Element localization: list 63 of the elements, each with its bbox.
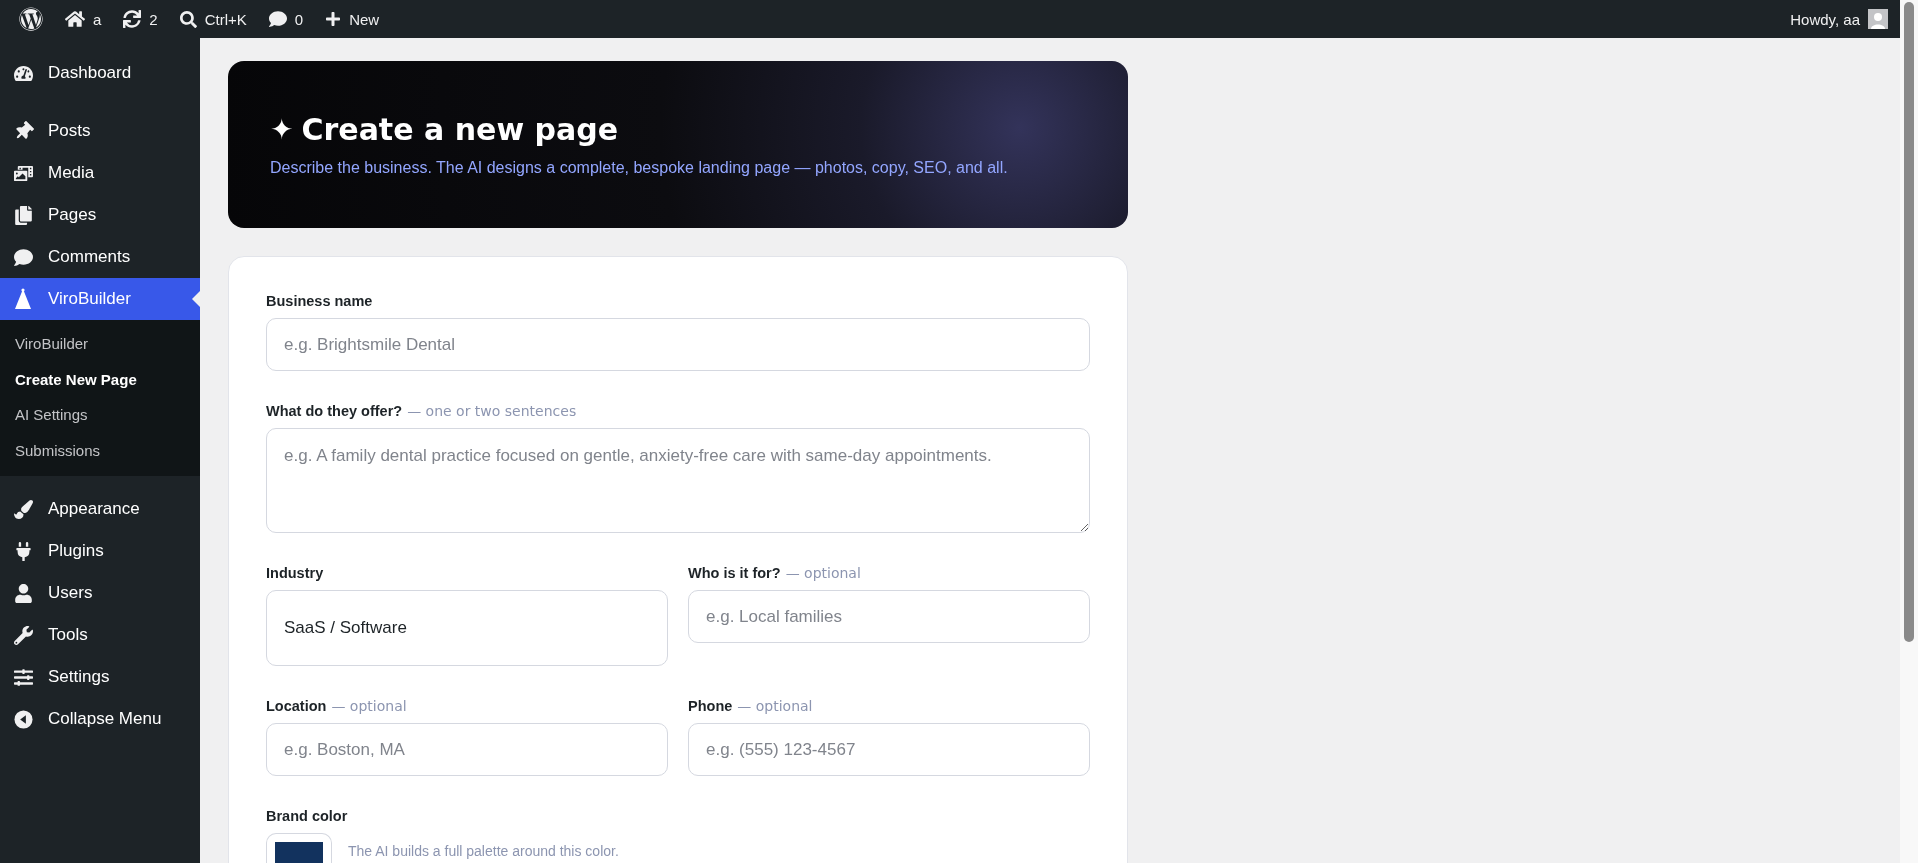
- wrench-icon: [13, 625, 33, 645]
- submenu-item[interactable]: Submissions: [0, 432, 200, 468]
- sidebar-item[interactable]: Posts: [0, 110, 200, 152]
- page-subtitle: Describe the business. The AI designs a complete, bespoke landing page — photos, copy, SEO, and all.: [270, 159, 1009, 177]
- text-field[interactable]: e.g. Boston, MA: [266, 723, 668, 776]
- field-label: What do they offer?: [266, 403, 403, 419]
- sidebar-item[interactable]: Settings: [0, 656, 200, 698]
- field-note: — optional: [737, 698, 813, 714]
- field-note: — optional: [331, 698, 407, 714]
- sidebar-item[interactable]: Collapse Menu: [0, 698, 200, 740]
- sidebar-item[interactable]: Comments: [0, 236, 200, 278]
- text-field[interactable]: e.g. (555) 123-4567: [688, 723, 1090, 776]
- speech-bubble-icon: [13, 247, 33, 267]
- field-label: Phone: [688, 698, 733, 714]
- greeting-text[interactable]: Howdy, aa: [1790, 10, 1860, 28]
- sparkle-glyph: ✦: [270, 113, 294, 146]
- sidebar-item[interactable]: Plugins: [0, 530, 200, 572]
- wordpress-logo-icon[interactable]: [19, 7, 43, 31]
- collapse-icon: [13, 709, 33, 729]
- color-picker[interactable]: [266, 833, 332, 863]
- toolbar-label[interactable]: 2: [149, 10, 158, 28]
- text-area[interactable]: e.g. A family dental practice focused on gentle, anxiety-free care with same-day appointments.: [266, 428, 1090, 533]
- speech-bubble-icon: [268, 10, 287, 28]
- submenu-item[interactable]: Create New Page: [0, 361, 200, 397]
- color-hint: The AI builds a full palette around this color.: [348, 842, 619, 859]
- field-note: — one or two sentences: [407, 403, 577, 419]
- field-label: Brand color: [266, 808, 348, 824]
- cone-icon: [14, 288, 32, 310]
- paintbrush-icon: [13, 499, 33, 519]
- text-field[interactable]: e.g. Local families: [688, 590, 1090, 643]
- pages-icon: [13, 205, 33, 225]
- sidebar-item[interactable]: Users: [0, 572, 200, 614]
- text-field[interactable]: e.g. Brightsmile Dental: [266, 318, 1090, 371]
- search-icon: [179, 10, 197, 28]
- page-title: Create a new page: [301, 112, 619, 147]
- media-icon: [13, 163, 33, 183]
- refresh-icon: [123, 10, 142, 28]
- sidebar-item[interactable]: Media: [0, 152, 200, 194]
- toolbar-label[interactable]: Ctrl+K: [204, 10, 247, 28]
- home-icon: [65, 9, 85, 29]
- sidebar-item[interactable]: Dashboard: [0, 52, 200, 94]
- toolbar-label[interactable]: New: [349, 10, 380, 28]
- field-label: Location: [266, 698, 327, 714]
- sidebar-item[interactable]: Appearance: [0, 488, 200, 530]
- plug-icon: [13, 541, 33, 561]
- field-label: Business name: [266, 293, 373, 309]
- current-pointer: [192, 291, 200, 307]
- toolbar-label[interactable]: 0: [294, 10, 304, 28]
- sidebar-item[interactable]: Pages: [0, 194, 200, 236]
- sidebar-item[interactable]: Tools: [0, 614, 200, 656]
- user-icon: [13, 583, 33, 603]
- field-note: — optional: [785, 565, 861, 581]
- sliders-icon: [13, 667, 33, 687]
- submenu-item[interactable]: AI Settings: [0, 397, 200, 433]
- select-field[interactable]: SaaS / Software: [266, 590, 668, 666]
- field-label: Industry: [266, 565, 324, 581]
- toolbar-label[interactable]: a: [93, 10, 102, 28]
- field-label: Who is it for?: [688, 565, 781, 581]
- scrollbar-thumb[interactable]: [1904, 2, 1914, 642]
- plus-icon: [325, 11, 342, 27]
- submenu-item[interactable]: ViroBuilder: [0, 326, 200, 362]
- sidebar-item[interactable]: ViroBuilder: [0, 278, 200, 320]
- gauge-icon: [13, 63, 33, 83]
